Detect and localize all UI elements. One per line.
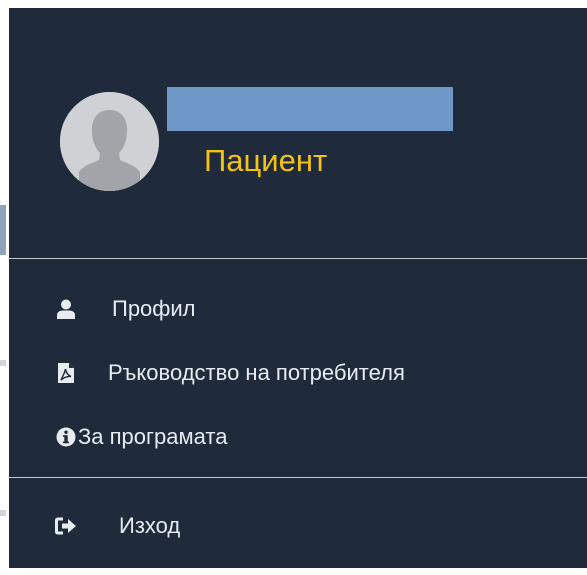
user-role: Пациент — [204, 143, 328, 178]
menu-item-user-manual[interactable]: Ръководство на потребителя — [9, 349, 587, 397]
menu-item-about[interactable]: За програмата — [9, 413, 587, 461]
divider — [9, 258, 587, 259]
menu-item-label: Профил — [112, 296, 196, 321]
user-header: Пациент — [9, 8, 587, 258]
background-edge — [0, 0, 9, 575]
edge-mark — [0, 510, 6, 516]
divider — [9, 477, 587, 478]
user-icon — [56, 298, 76, 320]
menu-item-logout[interactable]: Изход — [9, 502, 587, 550]
menu-item-label: Изход — [119, 513, 181, 538]
user-name-redacted — [167, 87, 453, 131]
sign-out-icon — [55, 515, 77, 537]
pdf-file-icon — [56, 362, 76, 384]
menu-item-profile[interactable]: Профил — [9, 285, 587, 333]
user-dropdown-menu: Пациент Профил Ръководство на потребител… — [9, 8, 587, 568]
edge-mark — [0, 205, 6, 255]
menu-item-label: Ръководство на потребителя — [108, 360, 405, 385]
info-circle-icon — [56, 426, 76, 448]
default-user-avatar-icon — [60, 92, 159, 191]
avatar — [60, 92, 159, 191]
menu-item-label: За програмата — [78, 424, 228, 449]
edge-mark — [0, 360, 6, 366]
page: Пациент Профил Ръководство на потребител… — [0, 0, 587, 575]
